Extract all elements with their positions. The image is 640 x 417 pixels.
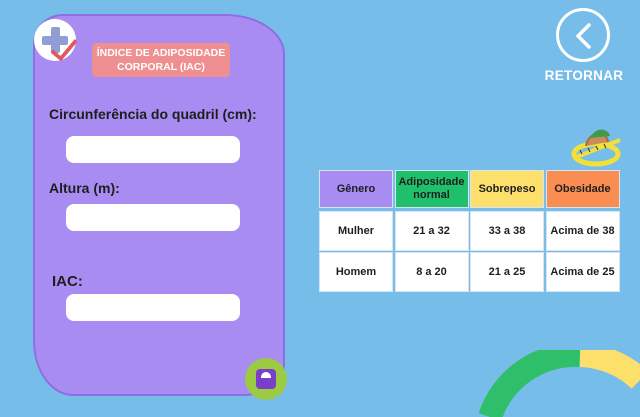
row-woman-normal: 21 a 32 xyxy=(394,211,469,251)
height-input[interactable] xyxy=(66,204,240,231)
row-woman-overweight: 33 a 38 xyxy=(470,211,544,251)
gauge-decoration xyxy=(478,350,640,417)
row-man-overweight: 21 a 25 xyxy=(470,252,544,292)
header-normal: Adiposidade normal xyxy=(394,170,469,208)
row-woman-gender: Mulher xyxy=(319,211,393,251)
hip-label: Circunferência do quadril (cm): xyxy=(49,106,257,122)
row-man-gender: Homem xyxy=(319,252,393,292)
iac-label: IAC: xyxy=(52,273,83,290)
header-gender: Gênero xyxy=(319,170,393,208)
page-title: ÍNDICE DE ADIPOSIDADE CORPORAL (IAC) xyxy=(92,43,230,77)
header-obesity: Obesidade xyxy=(545,170,620,208)
chevron-left-icon xyxy=(576,23,591,49)
row-woman-obesity: Acima de 38 xyxy=(545,211,620,251)
calculate-button[interactable] xyxy=(245,358,287,400)
measuring-tape-icon xyxy=(571,129,621,167)
hip-input[interactable] xyxy=(66,136,240,163)
iac-output[interactable] xyxy=(66,294,240,321)
back-label: RETORNAR xyxy=(544,68,624,83)
back-button[interactable] xyxy=(556,8,610,62)
header-overweight: Sobrepeso xyxy=(470,170,544,208)
row-man-normal: 8 a 20 xyxy=(394,252,469,292)
height-label: Altura (m): xyxy=(49,180,120,196)
scale-icon xyxy=(256,369,276,389)
iac-reference-table: Gênero Adiposidade normal Sobrepeso Obes… xyxy=(319,170,620,292)
row-man-obesity: Acima de 25 xyxy=(545,252,620,292)
